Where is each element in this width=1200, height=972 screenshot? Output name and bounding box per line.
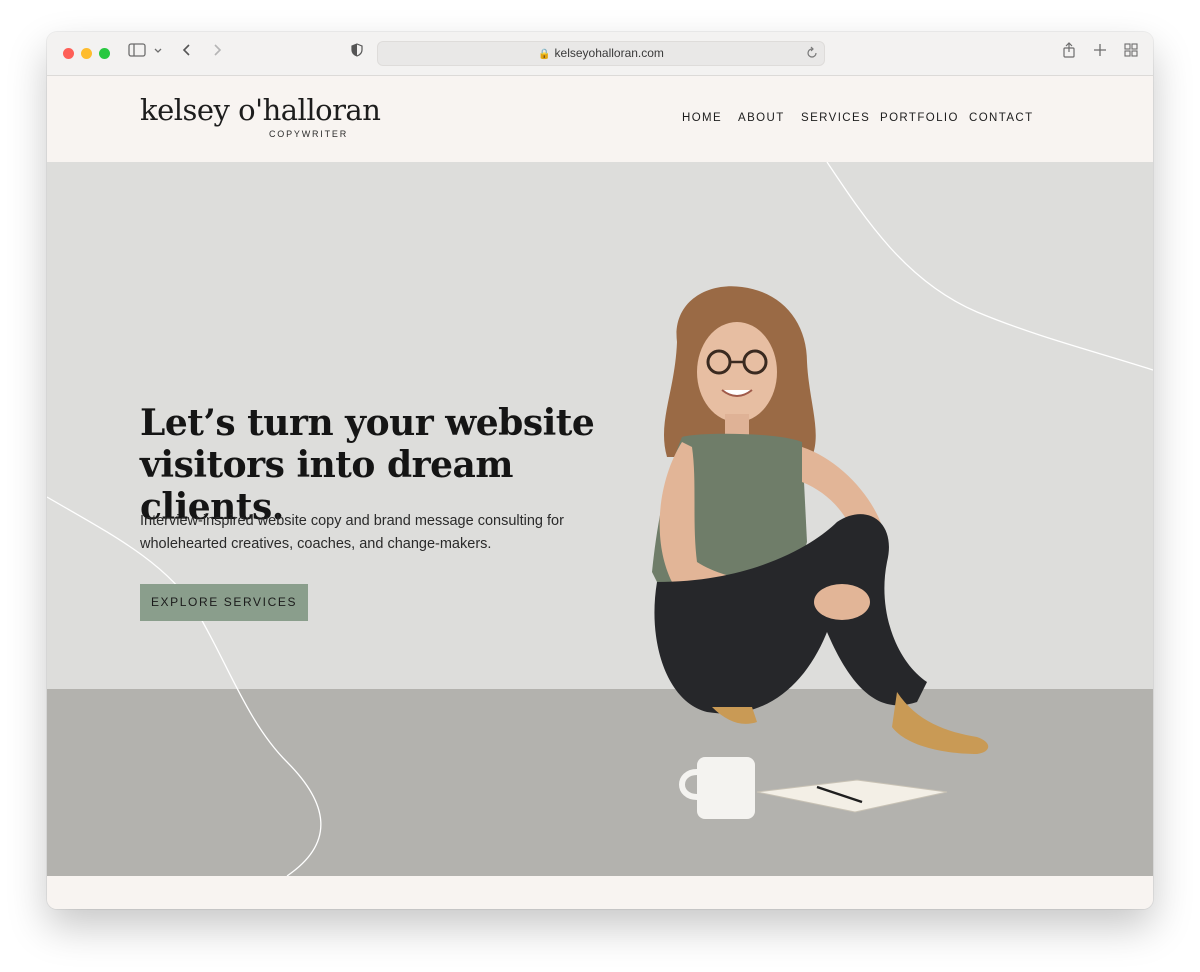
nav-home[interactable]: HOME [682, 112, 722, 124]
minimize-window-button[interactable] [81, 48, 92, 59]
hero-subheading-line-2: wholehearted creatives, coaches, and cha… [140, 536, 492, 552]
chevron-down-icon[interactable] [151, 42, 165, 64]
privacy-shield-icon[interactable] [349, 42, 365, 64]
logo-name[interactable]: kelsey o'halloran [140, 93, 381, 127]
back-arrow-icon[interactable] [179, 42, 195, 64]
share-icon[interactable] [1060, 42, 1078, 64]
reload-icon[interactable] [806, 46, 818, 65]
forward-arrow-icon[interactable] [209, 42, 225, 64]
tab-overview-icon[interactable] [1122, 42, 1140, 64]
nav-services[interactable]: SERVICES [801, 112, 870, 124]
zoom-window-button[interactable] [99, 48, 110, 59]
address-bar[interactable]: 🔒 kelseyohalloran.com [377, 41, 825, 66]
page-bottom-strip [47, 876, 1153, 909]
nav-contact[interactable]: CONTACT [969, 112, 1034, 124]
hero-subheading-line-1: Interview-inspired website copy and bran… [140, 513, 564, 529]
site-header: kelsey o'halloran COPYWRITER HOME ABOUT … [47, 76, 1153, 162]
sidebar-icon[interactable] [127, 42, 147, 64]
hero-subheading: Interview-inspired website copy and bran… [140, 510, 580, 556]
close-window-button[interactable] [63, 48, 74, 59]
browser-toolbar: 🔒 kelseyohalloran.com [47, 32, 1153, 76]
new-tab-icon[interactable] [1091, 42, 1109, 64]
hero-portrait-image [652, 286, 989, 819]
url-text: kelseyohalloran.com [554, 46, 664, 60]
logo-tagline: COPYWRITER [269, 129, 349, 139]
hero-headline-line-1: Let’s turn your website [140, 402, 595, 444]
nav-portfolio[interactable]: PORTFOLIO [880, 112, 959, 124]
lock-icon: 🔒 [538, 49, 551, 60]
nav-about[interactable]: ABOUT [738, 112, 785, 124]
hero-section: Let’s turn your website visitors into dr… [47, 162, 1153, 876]
explore-services-button[interactable]: EXPLORE SERVICES [140, 584, 308, 621]
browser-window: 🔒 kelseyohalloran.com kelsey o'halloran C… [47, 32, 1153, 909]
